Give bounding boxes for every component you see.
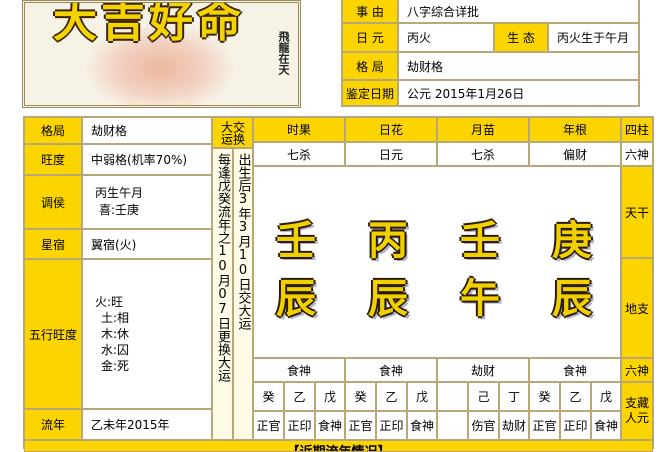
left-label-wuxing: 五行旺度 bbox=[24, 259, 82, 409]
cang-shen: 正印 bbox=[376, 411, 407, 440]
dayun-text-col2: 出生后3年3月10日交大运 bbox=[233, 148, 253, 440]
left-value-wuxing: 火:旺 土:相 木:休 水:囚 金:死 bbox=[82, 259, 212, 409]
cang-shen: 伤官 bbox=[468, 411, 499, 440]
left-value-xingxiu: 翼宿(火) bbox=[82, 229, 212, 259]
cang-shen: 正官 bbox=[529, 411, 560, 440]
cang-stem: 己 bbox=[468, 382, 499, 411]
cang-stem bbox=[437, 382, 468, 411]
left-value-geju: 劫财格 bbox=[82, 117, 212, 144]
right-label-liushen2: 六神 bbox=[621, 358, 653, 382]
cang-stem: 乙 bbox=[560, 382, 591, 411]
cang-shen: 正印 bbox=[284, 411, 315, 440]
cang-shen: 食神 bbox=[591, 411, 621, 440]
info-value-date: 公元 2015年1月26日 bbox=[398, 80, 639, 106]
right-label-canggan: 支藏人元 bbox=[621, 382, 653, 440]
pillar-shishen-shi: 七杀 bbox=[253, 142, 345, 166]
pillar-gan-yue: 壬 bbox=[460, 217, 500, 264]
info-value-shiyou: 八字综合详批 bbox=[398, 0, 639, 23]
cang-stem: 乙 bbox=[284, 382, 315, 411]
info-value-shengtai: 丙火生于午月 bbox=[548, 23, 639, 52]
left-value-liunian: 乙未年2015年 bbox=[82, 409, 212, 440]
info-label-date: 鉴定日期 bbox=[342, 80, 398, 106]
left-label-tiaohou: 调侯 bbox=[24, 175, 82, 229]
pillar-shishen-ri: 日元 bbox=[345, 142, 437, 166]
right-label-sizhu: 四柱 bbox=[621, 117, 653, 142]
logo-signature: 飛龍在天 bbox=[277, 31, 290, 75]
dayun-header-2: 交换 bbox=[231, 120, 246, 145]
wuxing-shui: 水:囚 bbox=[101, 343, 130, 357]
logo-text: 大吉好命 bbox=[53, 0, 245, 47]
right-label-tiangan: 天干 bbox=[621, 166, 653, 258]
left-label-geju: 格局 bbox=[24, 117, 82, 144]
pillar-gan-ri: 丙 bbox=[368, 217, 408, 264]
cang-shen: 食神 bbox=[407, 411, 437, 440]
info-label-shengtai: 生 态 bbox=[494, 23, 548, 52]
left-value-tiaohou: 丙生午月 喜:壬庚 bbox=[82, 175, 212, 229]
wuxing-jin: 金:死 bbox=[101, 359, 130, 373]
left-label-xingxiu: 星宿 bbox=[24, 229, 82, 259]
cang-shen: 正官 bbox=[253, 411, 284, 440]
cang-stem: 戊 bbox=[315, 382, 345, 411]
dayun-header-1: 大运 bbox=[219, 120, 234, 145]
pillar-zhi-shishen-yue: 劫财 bbox=[437, 358, 529, 382]
cang-stem: 癸 bbox=[345, 382, 376, 411]
pillar-name-nian: 年根 bbox=[529, 117, 621, 142]
info-value-geju: 劫财格 bbox=[398, 52, 639, 80]
tiaohou-line2: 喜:壬庚 bbox=[99, 203, 140, 217]
cang-shen: 劫财 bbox=[499, 411, 529, 440]
cang-shen: 食神 bbox=[315, 411, 345, 440]
pillar-zhi-yue: 午 bbox=[460, 275, 500, 322]
left-label-liunian: 流年 bbox=[24, 409, 82, 440]
cang-shen: 正印 bbox=[560, 411, 591, 440]
left-value-wangdu: 中弱格(机率70%) bbox=[82, 144, 212, 175]
right-label-dizhi: 地支 bbox=[621, 258, 653, 358]
pillar-zhi-shi: 辰 bbox=[276, 275, 316, 322]
wuxing-mu: 木:休 bbox=[101, 327, 130, 341]
info-table: 事 由 八字综合详批 日 元 丙火 生 态 丙火生于午月 格 局 劫财格 鉴定日… bbox=[341, 0, 640, 107]
right-label-liushen: 六神 bbox=[621, 142, 653, 166]
cang-stem: 癸 bbox=[253, 382, 284, 411]
cang-stem: 戊 bbox=[591, 382, 621, 411]
dayun-header: 大运 交换 bbox=[212, 117, 253, 148]
cang-stem: 丁 bbox=[499, 382, 529, 411]
wuxing-huo: 火:旺 bbox=[95, 295, 124, 309]
pillar-name-ri: 日花 bbox=[345, 117, 437, 142]
pillar-zhi-nian: 辰 bbox=[552, 275, 592, 322]
cang-shen bbox=[437, 411, 468, 440]
cang-stem: 癸 bbox=[529, 382, 560, 411]
pillar-zhi-shishen-shi: 食神 bbox=[253, 358, 345, 382]
pillar-zhi-shishen-nian: 食神 bbox=[529, 358, 621, 382]
pillar-name-yue: 月苗 bbox=[437, 117, 529, 142]
info-label-shiyou: 事 由 bbox=[342, 0, 398, 23]
cang-stem: 戊 bbox=[407, 382, 437, 411]
logo-panel: 大吉好命 飛龍在天 bbox=[22, 0, 301, 108]
pillar-gan-nian: 庚 bbox=[552, 217, 592, 264]
info-value-riyuan: 丙火 bbox=[398, 23, 494, 52]
cang-stem: 乙 bbox=[376, 382, 407, 411]
pillar-zhi-shishen-ri: 食神 bbox=[345, 358, 437, 382]
info-label-riyuan: 日 元 bbox=[342, 23, 398, 52]
pillar-name-shi: 时果 bbox=[253, 117, 345, 142]
wuxing-tu: 土:相 bbox=[101, 311, 130, 325]
pillar-zhi-ri: 辰 bbox=[368, 275, 408, 322]
footer-recent-years: 【近期流年情况】 bbox=[24, 440, 653, 452]
tiaohou-line1: 丙生午月 bbox=[95, 186, 144, 200]
cang-shen: 正官 bbox=[345, 411, 376, 440]
pillar-shishen-nian: 偏财 bbox=[529, 142, 621, 166]
dayun-text-col1: 每逢戊癸流年之10月07日更换大运 bbox=[212, 148, 233, 440]
left-label-wangdu: 旺度 bbox=[24, 144, 82, 175]
info-label-geju: 格 局 bbox=[342, 52, 398, 80]
pillar-gan-shi: 壬 bbox=[276, 217, 316, 264]
pillar-shishen-yue: 七杀 bbox=[437, 142, 529, 166]
